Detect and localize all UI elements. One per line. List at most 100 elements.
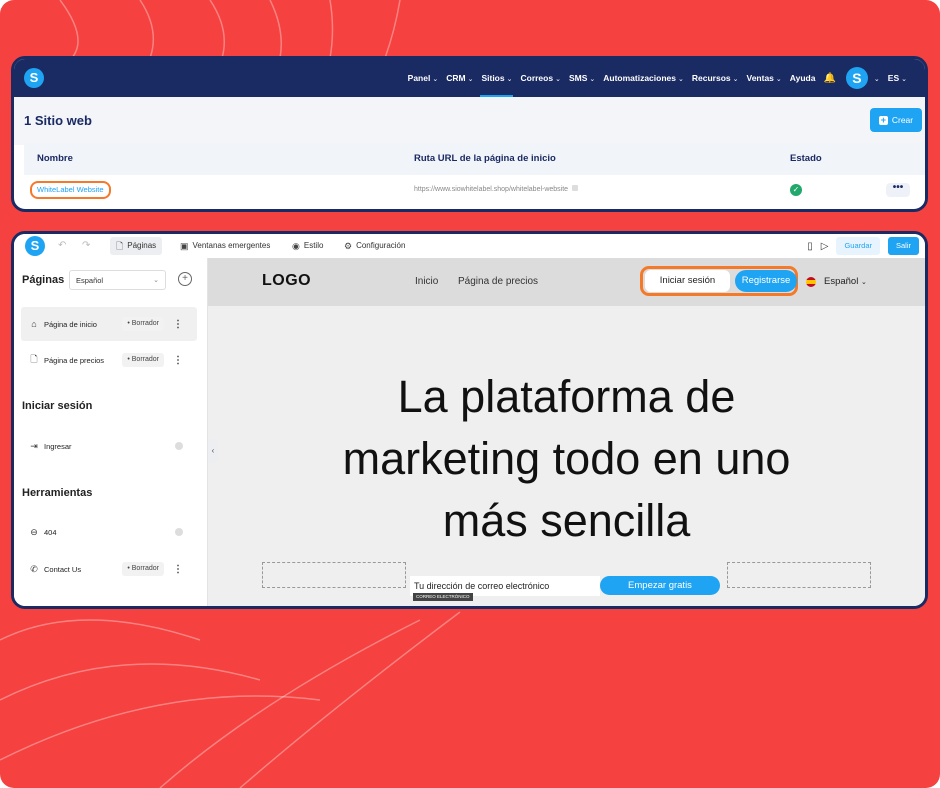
page-canvas: LOGO Inicio Página de precios Iniciar se…	[208, 258, 925, 606]
site-logo[interactable]: LOGO	[262, 272, 311, 290]
phone-icon: ✆	[30, 563, 38, 574]
more-options-icon[interactable]: ⋮	[173, 355, 183, 366]
register-button[interactable]: Registrarse	[735, 270, 797, 292]
nav-label: Ventas	[746, 73, 774, 83]
chevron-down-icon: ⌄	[153, 277, 159, 284]
copy-icon[interactable]	[572, 185, 579, 191]
gear-icon: ⚙	[344, 241, 353, 251]
editor-panel: S ↶ ↷ 🗋 Páginas ▣ Ventanas emergentes ◉ Est…	[11, 231, 928, 609]
page-label: Página de precios	[44, 355, 105, 365]
chevron-down-icon: ⌄	[860, 279, 867, 286]
language-select[interactable]: Español ⌄	[69, 270, 166, 290]
nav-items: Panel ⌄ CRM ⌄ Sitios ⌄ Correos ⌄ SMS ⌄ Automa…	[404, 59, 911, 97]
palette-icon: ◉	[292, 241, 300, 251]
nav-crm[interactable]: CRM ⌄	[442, 59, 477, 97]
save-button[interactable]: Guardar	[836, 237, 880, 255]
nav-label: CRM	[446, 73, 466, 83]
plus-icon: +	[878, 114, 888, 125]
pages-sidebar: Páginas Español ⌄ + ⌂ Página de inicio •…	[14, 258, 208, 606]
nav-label: Panel	[407, 73, 431, 83]
chevron-down-icon: ⌄	[467, 76, 474, 83]
pages-title: Páginas	[22, 274, 65, 286]
status-dot	[175, 442, 183, 450]
page-item-contact-us[interactable]: ✆ Contact Us • Borrador ⋮	[21, 552, 197, 586]
tab-label: Estilo	[303, 241, 324, 250]
popup-icon: ▣	[180, 241, 189, 251]
collapse-sidebar-icon[interactable]: ‹	[208, 439, 218, 463]
site-url: https://www.siowhitelabel.shop/whitelabe…	[414, 175, 579, 205]
home-icon: ⌂	[31, 319, 37, 329]
nav-sms[interactable]: SMS ⌄	[565, 59, 599, 97]
nav-ventas[interactable]: Ventas ⌄	[743, 59, 786, 97]
undo-icon[interactable]: ↶	[58, 234, 66, 258]
add-page-icon[interactable]: +	[178, 272, 192, 286]
page-label: 404	[44, 527, 57, 537]
avatar[interactable]: S	[845, 67, 868, 89]
chevron-down-icon: ⌄	[555, 76, 561, 83]
tab-configuracion[interactable]: ⚙ Configuración	[338, 237, 411, 255]
language-label: ES	[887, 73, 900, 83]
chevron-down-icon: ⌄	[432, 76, 439, 83]
status-dot	[175, 528, 183, 536]
page-item-404[interactable]: ⊖ 404	[21, 515, 197, 549]
nav-panel[interactable]: Panel ⌄	[404, 59, 443, 97]
language-menu[interactable]: ES ⌄	[884, 59, 911, 97]
page-icon: 🗋	[30, 354, 38, 364]
exit-button[interactable]: Salir	[887, 237, 919, 255]
page-label: Ingresar	[44, 441, 72, 451]
nav-recursos[interactable]: Recursos ⌄	[688, 59, 743, 97]
page-item-inicio[interactable]: ⌂ Página de inicio • Borrador ⋮	[21, 307, 197, 341]
page-item-precios[interactable]: 🗋 Página de precios • Borrador ⋮	[21, 343, 197, 377]
chevron-down-icon: ⌄	[589, 76, 596, 83]
tab-label: Ventanas emergentes	[192, 241, 271, 250]
site-header: LOGO Inicio Página de precios Iniciar se…	[208, 258, 925, 306]
more-options-icon[interactable]: ⋮	[173, 319, 183, 330]
placeholder-block[interactable]	[727, 562, 871, 588]
tab-paginas[interactable]: 🗋 Páginas	[110, 237, 163, 255]
sites-panel: S Panel ⌄ CRM ⌄ Sitios ⌄ Correos ⌄ SMS ⌄ Auto…	[11, 56, 928, 212]
nav-automatizaciones[interactable]: Automatizaciones ⌄	[599, 59, 688, 97]
chevron-down-icon: ⌄	[775, 76, 782, 83]
chevron-down-icon[interactable]: ⌄	[868, 59, 884, 97]
nav-label: Sitios	[481, 73, 505, 83]
more-options-button[interactable]: •••	[886, 183, 910, 197]
site-language-menu[interactable]: Español ⌄	[824, 276, 867, 287]
play-preview-icon[interactable]: ▷	[821, 241, 829, 252]
tab-estilo[interactable]: ◉ Estilo	[286, 237, 329, 255]
site-name-link[interactable]: WhiteLabel Website	[30, 181, 111, 199]
hero-heading: La plataforma de marketing todo en uno m…	[208, 366, 925, 552]
site-nav-inicio[interactable]: Inicio	[415, 276, 438, 287]
table-header: Nombre Ruta URL de la página de inicio E…	[24, 143, 925, 175]
hero-line: marketing todo en uno	[342, 433, 791, 484]
column-header: Estado	[790, 153, 822, 164]
status-badge: • Borrador	[122, 317, 164, 331]
start-free-button[interactable]: Empezar gratis	[600, 576, 720, 595]
login-icon: ⇥	[30, 440, 38, 451]
chevron-down-icon: ⌄	[901, 76, 907, 83]
site-nav-precios[interactable]: Página de precios	[458, 276, 538, 287]
app-logo[interactable]: S	[24, 68, 44, 88]
app-logo[interactable]: S	[25, 236, 45, 256]
chevron-down-icon: ⌄	[732, 76, 739, 83]
nav-correos[interactable]: Correos ⌄	[516, 59, 564, 97]
page-item-ingresar[interactable]: ⇥ Ingresar	[21, 429, 197, 463]
mobile-preview-icon[interactable]: ▯	[807, 241, 813, 252]
nav-label: SMS	[568, 73, 588, 83]
nav-ayuda[interactable]: Ayuda	[786, 59, 820, 97]
redo-icon[interactable]: ↷	[82, 234, 90, 258]
placeholder-block[interactable]	[262, 562, 406, 588]
site-url-text: https://www.siowhitelabel.shop/whitelabe…	[414, 186, 569, 193]
login-button[interactable]: Iniciar sesión	[645, 270, 730, 292]
editor-toolbar: S ↶ ↷ 🗋 Páginas ▣ Ventanas emergentes ◉ Est…	[14, 234, 925, 259]
spain-flag-icon	[806, 277, 816, 287]
top-navigation: S Panel ⌄ CRM ⌄ Sitios ⌄ Correos ⌄ SMS ⌄ Auto…	[14, 59, 925, 97]
status-published-icon: ✓	[790, 184, 802, 196]
tab-ventanas-emergentes[interactable]: ▣ Ventanas emergentes	[174, 237, 276, 255]
page-label: Contact Us	[44, 564, 82, 574]
nav-sitios[interactable]: Sitios ⌄	[477, 59, 516, 97]
more-options-icon[interactable]: ⋮	[173, 564, 183, 575]
chevron-down-icon: ⌄	[678, 76, 684, 83]
language-select-value: Español	[76, 276, 104, 285]
create-button[interactable]: + Crear	[870, 108, 922, 132]
bell-icon[interactable]: 🔔	[819, 73, 839, 84]
